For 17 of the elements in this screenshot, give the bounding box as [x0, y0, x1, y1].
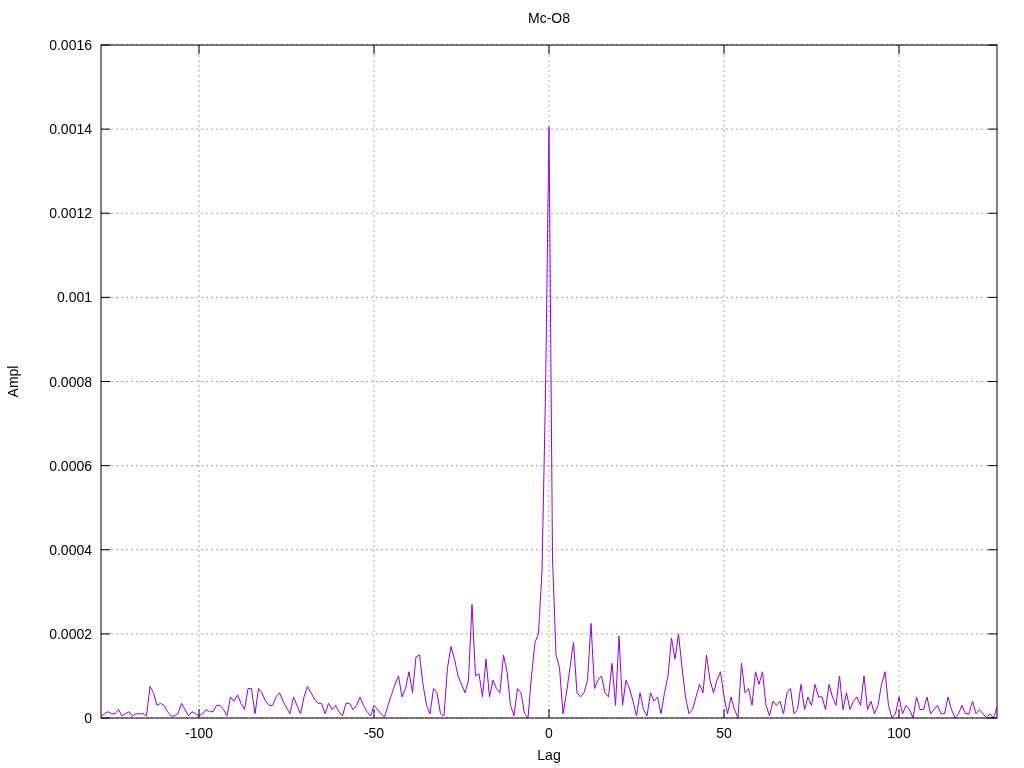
- y-tick-label: 0.0014: [49, 121, 92, 138]
- y-axis-label: Ampl: [5, 365, 21, 398]
- y-tick-label: 0.0002: [49, 625, 92, 642]
- x-axis-label: Lag: [537, 747, 561, 763]
- x-tick-label: 50: [716, 725, 732, 741]
- x-tick-label: -50: [363, 725, 385, 741]
- y-tick-label: 0: [84, 710, 92, 726]
- x-tick-label: 100: [887, 725, 911, 741]
- y-tick-label: 0.0008: [49, 373, 92, 390]
- y-tick-label: 0.0012: [49, 205, 92, 222]
- chart-title: Mc-O8: [528, 10, 570, 26]
- x-tick-label: -100: [185, 725, 213, 741]
- y-tick-label: 0.0004: [49, 541, 92, 558]
- x-tick-label: 0: [545, 725, 553, 741]
- y-tick-label: 0.0016: [49, 37, 92, 53]
- y-tick-label: 0.0006: [49, 457, 92, 474]
- y-tick-label: 0.001: [56, 289, 92, 306]
